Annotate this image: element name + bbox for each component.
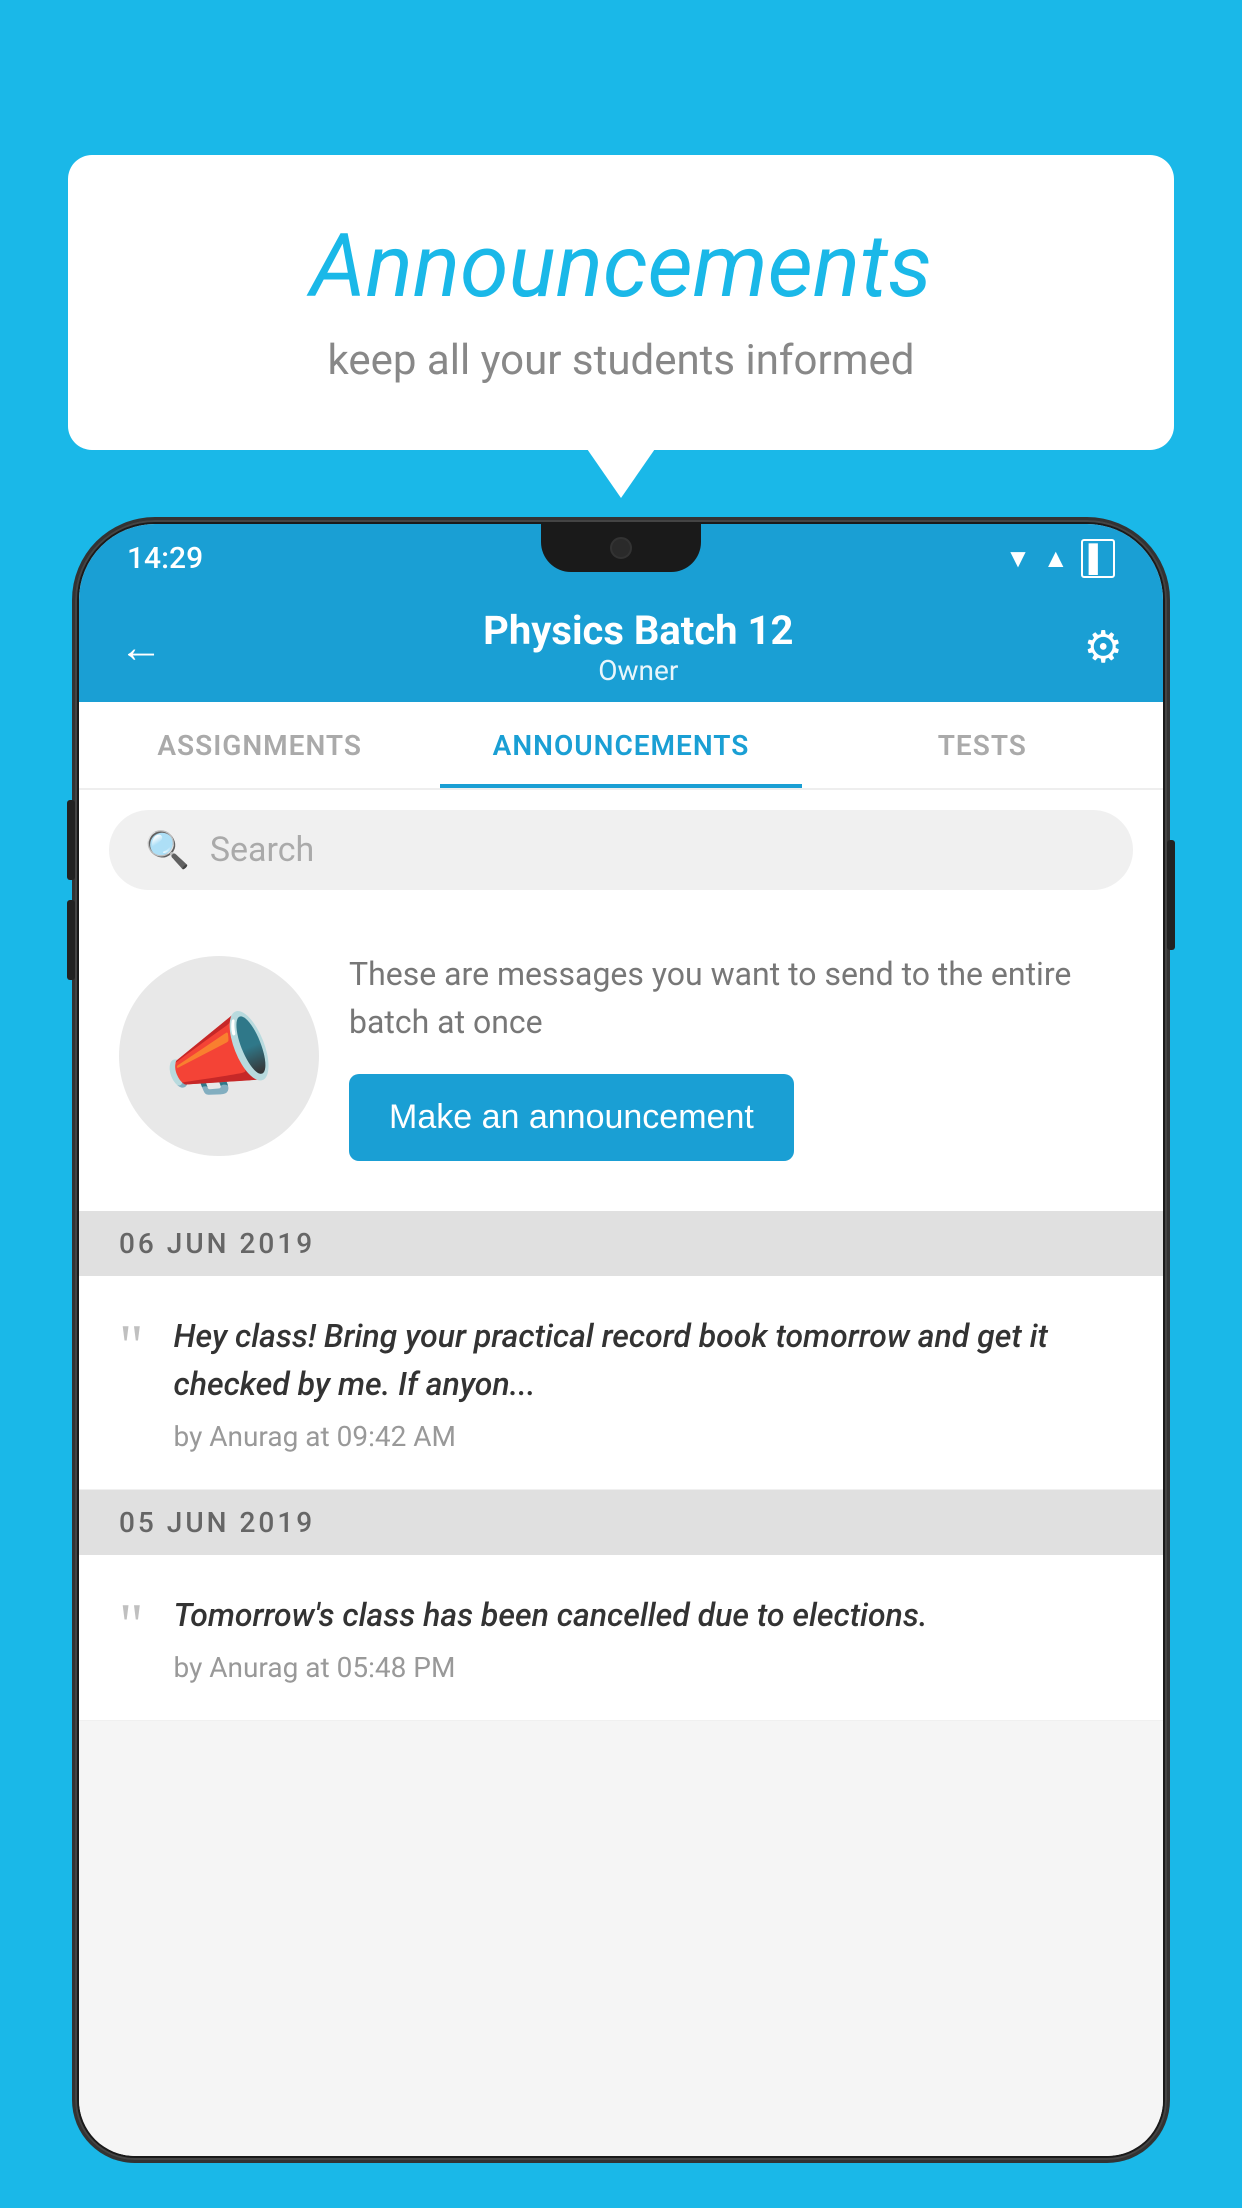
app-bar-subtitle: Owner — [193, 654, 1084, 687]
quote-icon-1: " — [119, 1316, 144, 1453]
phone-outer: 14:29 ▼ ▲ ▌ ← — [75, 520, 1167, 2160]
megaphone-icon: 📣 — [163, 1003, 275, 1108]
announcement-meta-1: by Anurag at 09:42 AM — [174, 1420, 1124, 1453]
announcement-message-2: Tomorrow's class has been cancelled due … — [174, 1591, 1124, 1639]
status-bar: 14:29 ▼ ▲ ▌ — [79, 524, 1163, 592]
speech-bubble-section: Announcements keep all your students inf… — [68, 155, 1174, 450]
phone-mockup: 14:29 ▼ ▲ ▌ ← — [75, 520, 1167, 2208]
tabs-bar: ASSIGNMENTS ANNOUNCEMENTS TESTS — [79, 702, 1163, 790]
announcement-message-1: Hey class! Bring your practical record b… — [174, 1312, 1124, 1408]
date-label-1: 06 JUN 2019 — [119, 1227, 315, 1260]
announcement-meta-2: by Anurag at 05:48 PM — [174, 1651, 1124, 1684]
front-camera — [610, 537, 632, 559]
notch — [541, 524, 701, 572]
search-input[interactable]: Search — [210, 830, 314, 870]
speech-bubble-title: Announcements — [148, 215, 1094, 318]
announcement-item-1[interactable]: " Hey class! Bring your practical record… — [79, 1276, 1163, 1490]
app-bar-title: Physics Batch 12 — [193, 607, 1084, 654]
announcement-item-2[interactable]: " Tomorrow's class has been cancelled du… — [79, 1555, 1163, 1721]
wifi-icon: ▼ — [1005, 543, 1031, 574]
speech-bubble-subtitle: keep all your students informed — [148, 336, 1094, 385]
tab-tests[interactable]: TESTS — [802, 702, 1163, 788]
announcement-content-2: Tomorrow's class has been cancelled due … — [174, 1591, 1124, 1684]
date-label-2: 05 JUN 2019 — [119, 1506, 315, 1539]
status-time: 14:29 — [127, 541, 203, 576]
content-area[interactable]: 🔍 Search 📣 These are messages you want t… — [79, 790, 1163, 2156]
status-icons: ▼ ▲ ▌ — [1005, 539, 1115, 578]
search-icon: 🔍 — [145, 829, 190, 871]
speech-bubble-card: Announcements keep all your students inf… — [68, 155, 1174, 450]
battery-icon: ▌ — [1081, 539, 1115, 578]
tab-announcements[interactable]: ANNOUNCEMENTS — [440, 702, 801, 788]
volume-up-button — [67, 800, 75, 880]
search-bar[interactable]: 🔍 Search — [109, 810, 1133, 890]
announcement-content-1: Hey class! Bring your practical record b… — [174, 1312, 1124, 1453]
quote-icon-2: " — [119, 1595, 144, 1684]
date-separator-1: 06 JUN 2019 — [79, 1211, 1163, 1276]
app-bar: ← Physics Batch 12 Owner ⚙ — [79, 592, 1163, 702]
app-bar-title-group: Physics Batch 12 Owner — [193, 607, 1084, 687]
promo-icon-circle: 📣 — [119, 956, 319, 1156]
promo-content: These are messages you want to send to t… — [349, 950, 1123, 1161]
phone-screen: 14:29 ▼ ▲ ▌ ← — [79, 524, 1163, 2156]
promo-card: 📣 These are messages you want to send to… — [79, 910, 1163, 1211]
date-separator-2: 05 JUN 2019 — [79, 1490, 1163, 1555]
back-button[interactable]: ← — [119, 621, 163, 673]
tab-assignments[interactable]: ASSIGNMENTS — [79, 702, 440, 788]
screen-content: 14:29 ▼ ▲ ▌ ← — [79, 524, 1163, 2156]
promo-description: These are messages you want to send to t… — [349, 950, 1123, 1046]
volume-down-button — [67, 900, 75, 980]
signal-icon: ▲ — [1043, 543, 1069, 574]
power-button — [1167, 840, 1175, 950]
make-announcement-button[interactable]: Make an announcement — [349, 1074, 794, 1161]
settings-icon[interactable]: ⚙ — [1084, 621, 1123, 673]
search-bar-section: 🔍 Search — [79, 790, 1163, 910]
